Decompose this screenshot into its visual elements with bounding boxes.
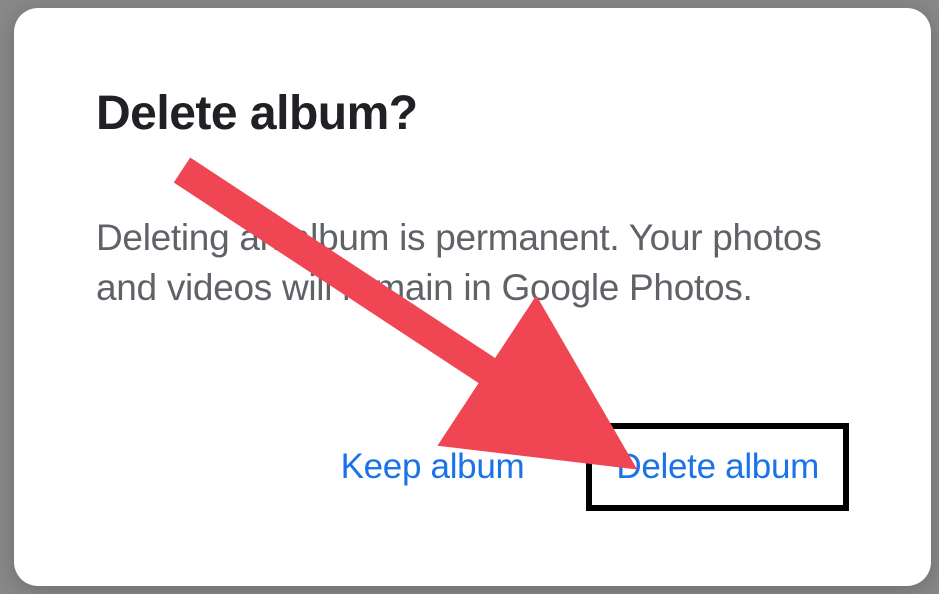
dialog-title: Delete album?	[96, 86, 849, 141]
delete-album-dialog: Delete album? Deleting an album is perma…	[14, 8, 931, 586]
dialog-body-text: Deleting an album is permanent. Your pho…	[96, 213, 849, 313]
keep-album-button[interactable]: Keep album	[327, 435, 539, 499]
delete-album-button[interactable]: Delete album	[602, 435, 833, 499]
dialog-actions: Keep album Delete album	[96, 423, 849, 511]
annotation-highlight-box: Delete album	[586, 423, 849, 511]
